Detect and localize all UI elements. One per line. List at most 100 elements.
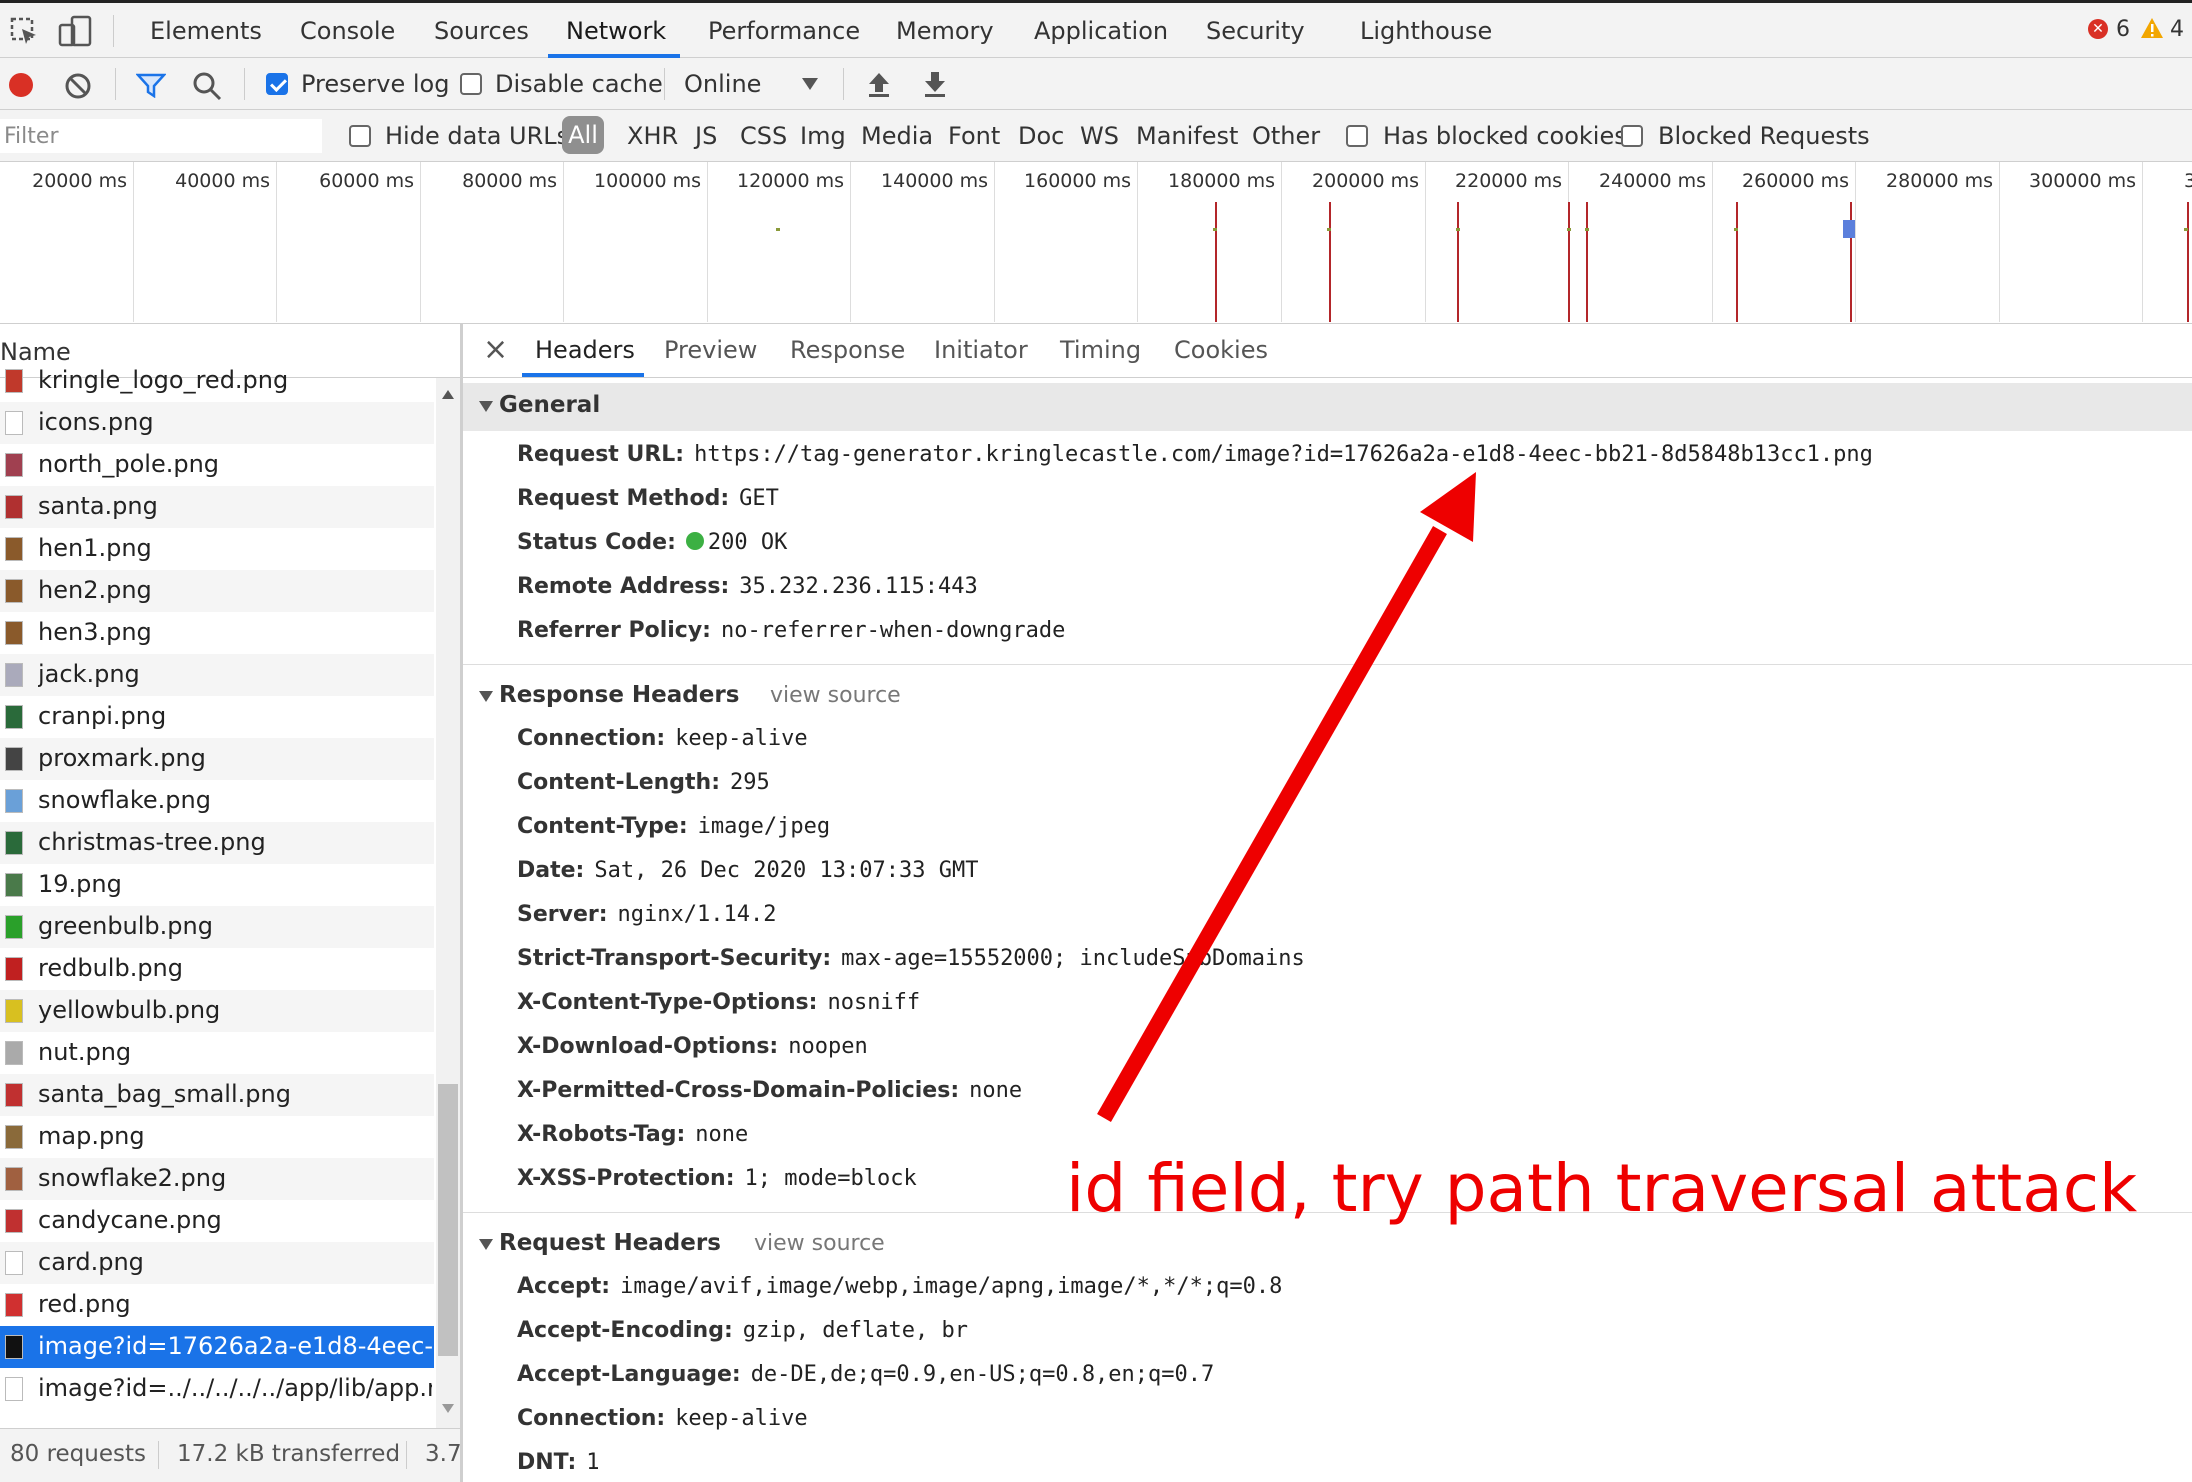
- request-list-scrollbar[interactable]: [436, 378, 460, 1428]
- inspect-element-icon[interactable]: [10, 17, 40, 47]
- header-value[interactable]: none: [969, 1078, 1022, 1103]
- tab-preview[interactable]: Preview: [664, 336, 757, 364]
- header-value[interactable]: gzip, deflate, br: [743, 1318, 968, 1343]
- request-row[interactable]: 19.png: [0, 864, 434, 906]
- request-headers-section-header[interactable]: Request Headers view source: [463, 1221, 2192, 1269]
- throttling-select[interactable]: Online: [684, 70, 761, 98]
- header-value[interactable]: 1; mode=block: [745, 1166, 917, 1191]
- type-filter-other[interactable]: Other: [1252, 122, 1320, 150]
- tab-sources[interactable]: Sources: [434, 17, 529, 45]
- request-row[interactable]: kringle_logo_red.png: [0, 360, 434, 402]
- request-row[interactable]: image?id=../../../../../app/lib/app.rb: [0, 1368, 434, 1410]
- header-value[interactable]: https://tag-generator.kringlecastle.com/…: [694, 442, 1873, 467]
- tab-timing[interactable]: Timing: [1060, 336, 1141, 364]
- request-row[interactable]: red.png: [0, 1284, 434, 1326]
- preserve-log-checkbox[interactable]: [266, 73, 288, 95]
- tab-security[interactable]: Security: [1206, 17, 1305, 45]
- type-filter-manifest[interactable]: Manifest: [1136, 122, 1238, 150]
- device-toolbar-icon[interactable]: [58, 15, 92, 49]
- type-filter-all[interactable]: All: [562, 116, 604, 154]
- general-section-header[interactable]: General: [463, 383, 2192, 431]
- type-filter-xhr[interactable]: XHR: [627, 122, 678, 150]
- close-icon[interactable]: ×: [483, 332, 508, 367]
- header-value[interactable]: nginx/1.14.2: [618, 902, 777, 927]
- header-value[interactable]: image/avif,image/webp,image/apng,image/*…: [620, 1274, 1282, 1299]
- request-row[interactable]: map.png: [0, 1116, 434, 1158]
- type-filter-css[interactable]: CSS: [740, 122, 787, 150]
- type-filter-doc[interactable]: Doc: [1018, 122, 1064, 150]
- scroll-thumb[interactable]: [438, 1084, 458, 1356]
- search-icon[interactable]: [192, 71, 222, 101]
- request-row[interactable]: snowflake2.png: [0, 1158, 434, 1200]
- warning-icon[interactable]: [2140, 17, 2164, 39]
- header-value[interactable]: no-referrer-when-downgrade: [721, 618, 1065, 643]
- request-row[interactable]: christmas-tree.png: [0, 822, 434, 864]
- header-value[interactable]: 1: [586, 1450, 599, 1475]
- type-filter-font[interactable]: Font: [948, 122, 1000, 150]
- tab-cookies[interactable]: Cookies: [1174, 336, 1268, 364]
- tab-response[interactable]: Response: [790, 336, 905, 364]
- request-row[interactable]: icons.png: [0, 402, 434, 444]
- tab-initiator[interactable]: Initiator: [934, 336, 1028, 364]
- tab-elements[interactable]: Elements: [150, 17, 262, 45]
- tab-memory[interactable]: Memory: [896, 17, 994, 45]
- warning-count[interactable]: 4: [2170, 17, 2184, 42]
- chevron-down-icon[interactable]: [802, 78, 818, 90]
- request-row[interactable]: cranpi.png: [0, 696, 434, 738]
- request-row[interactable]: card.png: [0, 1242, 434, 1284]
- request-row[interactable]: north_pole.png: [0, 444, 434, 486]
- type-filter-js[interactable]: JS: [695, 122, 717, 150]
- request-row[interactable]: hen3.png: [0, 612, 434, 654]
- tab-performance[interactable]: Performance: [708, 17, 860, 45]
- header-value[interactable]: keep-alive: [675, 1406, 807, 1431]
- tab-network[interactable]: Network: [566, 17, 666, 45]
- has-blocked-cookies-checkbox[interactable]: [1346, 125, 1368, 147]
- request-row[interactable]: santa_bag_small.png: [0, 1074, 434, 1116]
- error-count[interactable]: 6: [2116, 17, 2130, 42]
- export-har-icon[interactable]: [922, 70, 948, 98]
- error-icon[interactable]: ✕: [2088, 19, 2108, 39]
- header-value[interactable]: 295: [730, 770, 770, 795]
- header-value[interactable]: de-DE,de;q=0.9,en-US;q=0.8,en;q=0.7: [751, 1362, 1215, 1387]
- header-value[interactable]: nosniff: [827, 990, 920, 1015]
- header-value[interactable]: max-age=15552000; includeSubDomains: [841, 946, 1305, 971]
- disable-cache-checkbox[interactable]: [460, 73, 482, 95]
- header-value[interactable]: image/jpeg: [698, 814, 830, 839]
- type-filter-ws[interactable]: WS: [1080, 122, 1119, 150]
- request-view-source-link[interactable]: view source: [754, 1231, 885, 1256]
- request-row[interactable]: hen1.png: [0, 528, 434, 570]
- header-value[interactable]: GET: [739, 486, 779, 511]
- request-row[interactable]: yellowbulb.png: [0, 990, 434, 1032]
- hide-data-urls-checkbox[interactable]: [349, 125, 371, 147]
- clear-icon[interactable]: [64, 72, 92, 100]
- request-row[interactable]: image?id=17626a2a-e1d8-4eec-bb2...: [0, 1326, 434, 1368]
- import-har-icon[interactable]: [866, 70, 892, 98]
- request-row[interactable]: candycane.png: [0, 1200, 434, 1242]
- scroll-down-icon[interactable]: [442, 1404, 454, 1413]
- tab-lighthouse[interactable]: Lighthouse: [1360, 17, 1492, 45]
- request-row[interactable]: santa.png: [0, 486, 434, 528]
- request-row[interactable]: jack.png: [0, 654, 434, 696]
- request-row[interactable]: redbulb.png: [0, 948, 434, 990]
- response-headers-section-header[interactable]: Response Headers view source: [463, 673, 2192, 721]
- tab-headers[interactable]: Headers: [535, 336, 635, 364]
- request-row[interactable]: hen2.png: [0, 570, 434, 612]
- blocked-requests-checkbox[interactable]: [1621, 125, 1643, 147]
- record-icon[interactable]: [9, 73, 33, 97]
- network-overview-timeline[interactable]: 20000 ms 40000 ms 60000 ms 80000 ms 100000 m…: [0, 162, 2192, 324]
- header-value[interactable]: Sat, 26 Dec 2020 13:07:33 GMT: [594, 858, 978, 883]
- tab-console[interactable]: Console: [300, 17, 395, 45]
- header-value[interactable]: 35.232.236.115:443: [739, 574, 977, 599]
- filter-icon[interactable]: [136, 72, 166, 98]
- type-filter-img[interactable]: Img: [800, 122, 846, 150]
- header-value[interactable]: keep-alive: [675, 726, 807, 751]
- header-value[interactable]: none: [695, 1122, 748, 1147]
- scroll-up-icon[interactable]: [442, 390, 454, 399]
- request-row[interactable]: greenbulb.png: [0, 906, 434, 948]
- header-value[interactable]: 200 OK: [708, 530, 787, 555]
- filter-input[interactable]: [0, 119, 322, 153]
- tab-application[interactable]: Application: [1034, 17, 1168, 45]
- request-row[interactable]: snowflake.png: [0, 780, 434, 822]
- type-filter-media[interactable]: Media: [861, 122, 933, 150]
- request-row[interactable]: nut.png: [0, 1032, 434, 1074]
